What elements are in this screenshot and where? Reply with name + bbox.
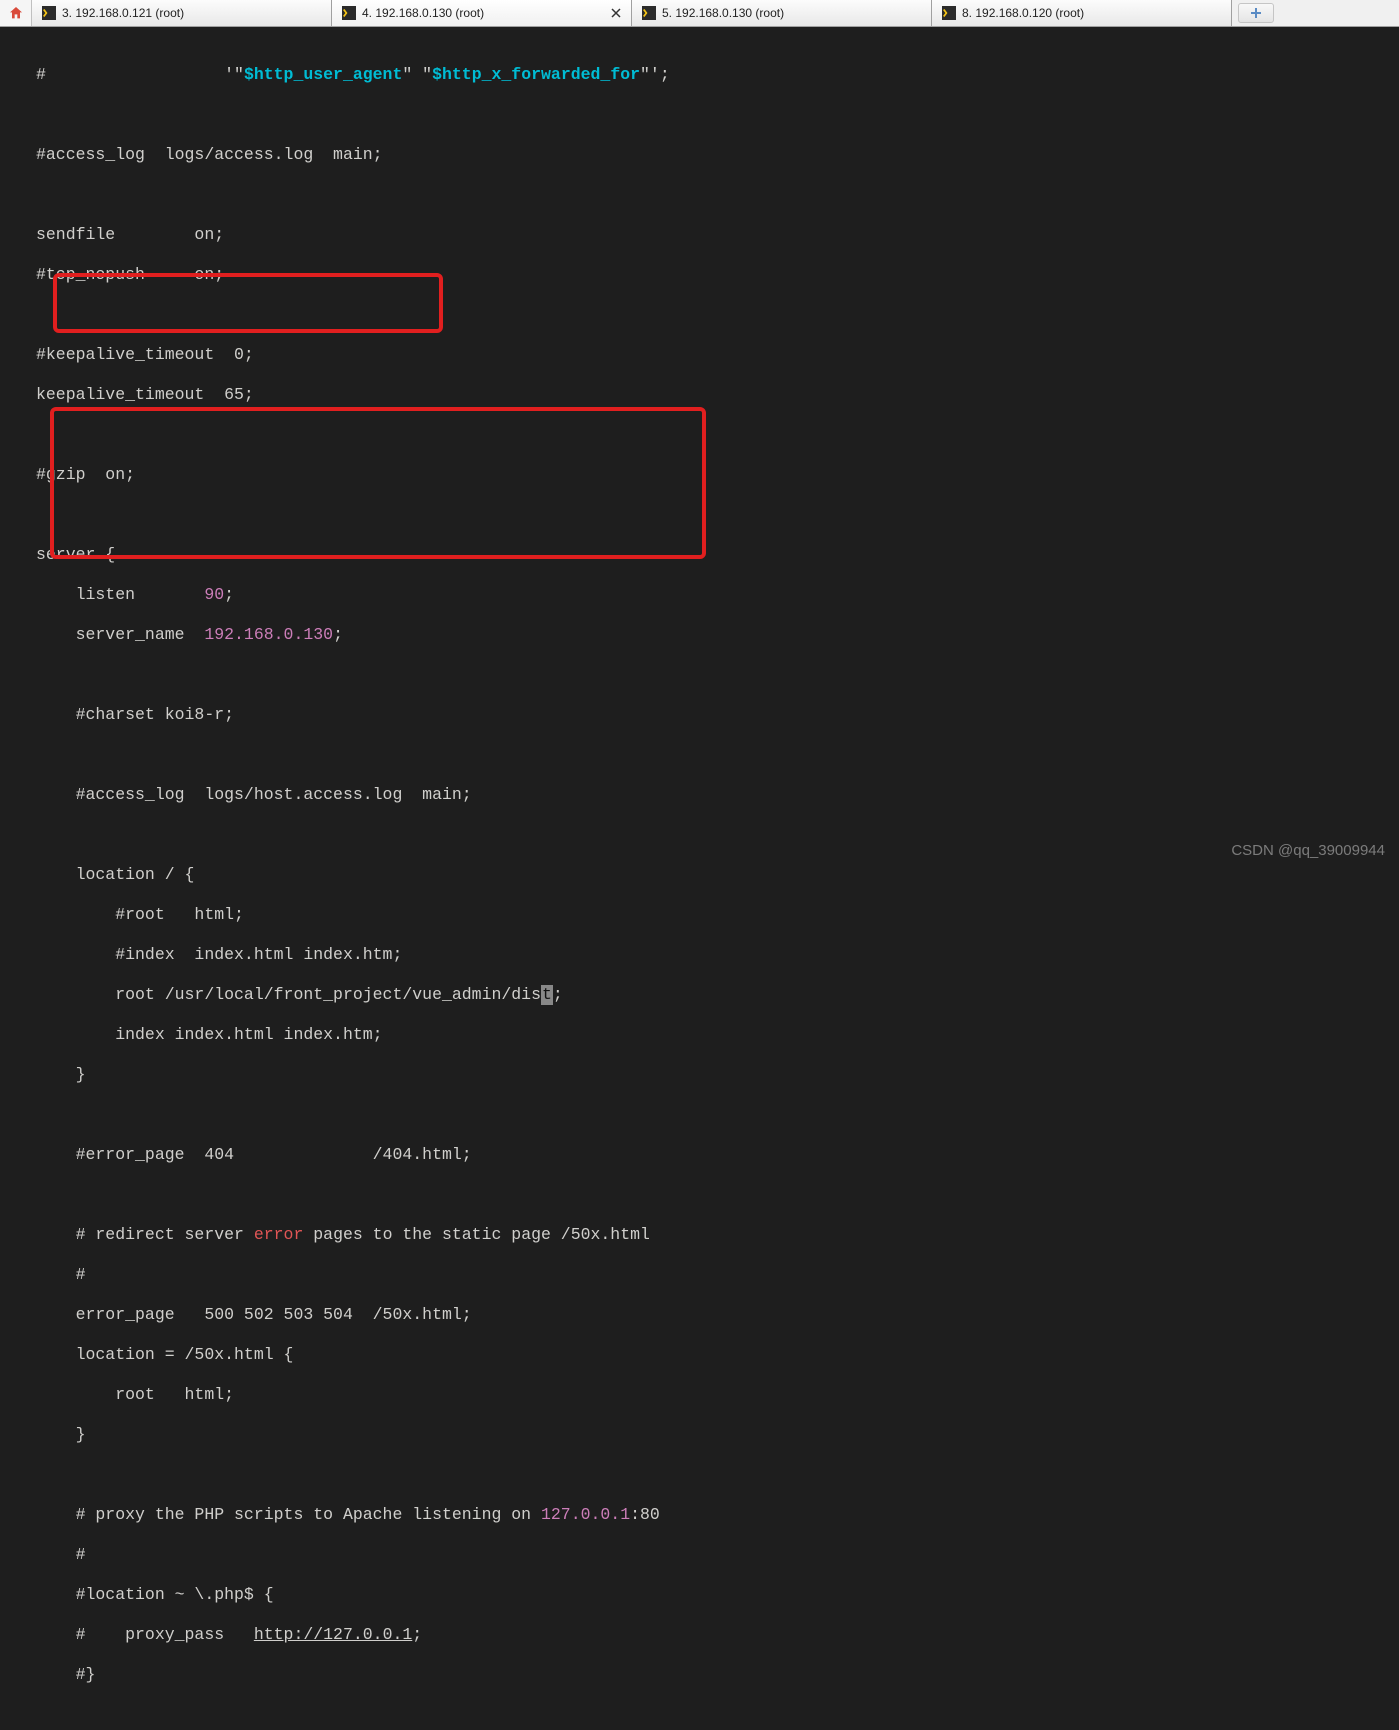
code-line: } [4, 1425, 1399, 1445]
home-icon [8, 5, 24, 21]
code-line: #location ~ \.php$ { [4, 1585, 1399, 1605]
code-line: location / { [4, 865, 1399, 885]
tab-label: 5. 192.168.0.130 (root) [662, 6, 784, 20]
tab-bar: 3. 192.168.0.121 (root) 4. 192.168.0.130… [0, 0, 1399, 27]
tab-item-2[interactable]: 5. 192.168.0.130 (root) [632, 0, 932, 26]
code-line [4, 185, 1399, 205]
code-line: #root html; [4, 905, 1399, 925]
code-line: #tcp_nopush on; [4, 265, 1399, 285]
code-line [4, 425, 1399, 445]
terminal-icon [42, 6, 56, 20]
tab-label: 8. 192.168.0.120 (root) [962, 6, 1084, 20]
terminal-icon [642, 6, 656, 20]
code-line [4, 1105, 1399, 1125]
tab-item-3[interactable]: 8. 192.168.0.120 (root) [932, 0, 1232, 26]
code-line: listen 90; [4, 585, 1399, 605]
watermark: CSDN @qq_39009944 [1231, 842, 1385, 859]
tab-close-button[interactable] [609, 6, 623, 20]
tab-label: 3. 192.168.0.121 (root) [62, 6, 184, 20]
code-line: index index.html index.htm; [4, 1025, 1399, 1045]
code-line: root /usr/local/front_project/vue_admin/… [4, 985, 1399, 1005]
code-line: #access_log logs/access.log main; [4, 145, 1399, 165]
plus-icon [1250, 7, 1262, 19]
terminal-icon [942, 6, 956, 20]
code-line: error_page 500 502 503 504 /50x.html; [4, 1305, 1399, 1325]
code-line: server_name 192.168.0.130; [4, 625, 1399, 645]
code-line: #} [4, 1665, 1399, 1685]
terminal-icon [342, 6, 356, 20]
home-button[interactable] [0, 0, 32, 26]
code-line: # [4, 1545, 1399, 1565]
code-line [4, 665, 1399, 685]
code-line: #keepalive_timeout 0; [4, 345, 1399, 365]
code-line: # [4, 1265, 1399, 1285]
close-icon [611, 8, 621, 18]
code-line [4, 505, 1399, 525]
code-line: #gzip on; [4, 465, 1399, 485]
code-line: #access_log logs/host.access.log main; [4, 785, 1399, 805]
code-line: server { [4, 545, 1399, 565]
tab-item-0[interactable]: 3. 192.168.0.121 (root) [32, 0, 332, 26]
code-line: #index index.html index.htm; [4, 945, 1399, 965]
code-line: #charset koi8-r; [4, 705, 1399, 725]
code-line: # proxy the PHP scripts to Apache listen… [4, 1505, 1399, 1525]
code-line: # '"$http_user_agent" "$http_x_forwarded… [4, 65, 1399, 85]
code-line [4, 1465, 1399, 1485]
code-line [4, 1185, 1399, 1205]
code-line: #error_page 404 /404.html; [4, 1145, 1399, 1165]
tab-item-1[interactable]: 4. 192.168.0.130 (root) [332, 0, 632, 26]
code-line: sendfile on; [4, 225, 1399, 245]
code-line: keepalive_timeout 65; [4, 385, 1399, 405]
code-line: location = /50x.html { [4, 1345, 1399, 1365]
terminal-pane[interactable]: # '"$http_user_agent" "$http_x_forwarded… [0, 27, 1399, 865]
code-line: # proxy_pass http://127.0.0.1; [4, 1625, 1399, 1645]
code-line [4, 305, 1399, 325]
code-line [4, 825, 1399, 845]
code-line [4, 745, 1399, 765]
code-line: root html; [4, 1385, 1399, 1405]
cursor: t [541, 985, 553, 1005]
code-line: } [4, 1065, 1399, 1085]
code-line [4, 105, 1399, 125]
new-tab-button[interactable] [1238, 3, 1274, 23]
tab-label: 4. 192.168.0.130 (root) [362, 6, 484, 20]
code-line: # redirect server error pages to the sta… [4, 1225, 1399, 1245]
